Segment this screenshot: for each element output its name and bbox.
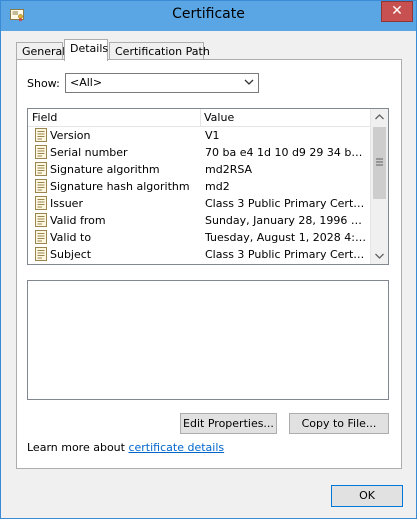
field-value: Tuesday, August 1, 2028 4:59... <box>205 231 367 244</box>
tab-details[interactable]: Details <box>64 39 108 61</box>
field-value: md2RSA <box>205 163 253 176</box>
certificate-field-icon <box>35 162 47 176</box>
certificate-field-icon <box>35 145 47 159</box>
tab-certification-path-label: Certification Path <box>115 45 210 58</box>
tab-certification-path[interactable]: Certification Path <box>109 42 210 60</box>
list-item-signature-hash-algorithm[interactable]: Signature hash algorithm md2 <box>28 178 371 195</box>
tab-general-label: General <box>22 45 66 58</box>
title-bar[interactable]: Certificate ✕ <box>1 1 416 31</box>
certificate-field-icon <box>35 247 47 261</box>
close-button[interactable]: ✕ <box>381 1 413 22</box>
show-dropdown-value: <All> <box>70 76 103 89</box>
vertical-scrollbar[interactable] <box>370 109 388 264</box>
learn-more-prefix: Learn more about <box>27 441 129 454</box>
list-item-valid-to[interactable]: Valid to Tuesday, August 1, 2028 4:59... <box>28 229 371 246</box>
chevron-down-icon <box>244 79 254 85</box>
field-name: Valid to <box>50 231 92 244</box>
list-item-valid-from[interactable]: Valid from Sunday, January 28, 1996 5:0.… <box>28 212 371 229</box>
field-name: Signature hash algorithm <box>50 180 190 193</box>
scroll-down-icon[interactable] <box>371 247 388 264</box>
field-name: Version <box>50 129 91 142</box>
header-field[interactable]: Field <box>32 111 57 124</box>
learn-more-text: Learn more about certificate details <box>27 441 224 454</box>
details-panel: Show: <All> Field Value Version V1 Seria… <box>16 59 402 469</box>
list-item-serial-number[interactable]: Serial number 70 ba e4 1d 10 d9 29 34 b6… <box>28 144 371 161</box>
field-value: V1 <box>205 129 220 142</box>
scroll-up-icon[interactable] <box>371 109 388 126</box>
ok-button[interactable]: OK <box>331 485 403 507</box>
field-name: Serial number <box>50 146 128 159</box>
certificate-field-icon <box>35 179 47 193</box>
field-value: 70 ba e4 1d 10 d9 29 34 b6 38 ... <box>205 146 367 159</box>
show-dropdown[interactable]: <All> <box>65 73 259 93</box>
list-item-signature-algorithm[interactable]: Signature algorithm md2RSA <box>28 161 371 178</box>
field-name: Valid from <box>50 214 106 227</box>
header-value[interactable]: Value <box>204 111 234 124</box>
list-item-subject[interactable]: Subject Class 3 Public Primary Certifica… <box>28 246 371 263</box>
copy-to-file-button[interactable]: Copy to File... <box>289 413 389 434</box>
field-value: Class 3 Public Primary Certifica... <box>205 197 367 210</box>
field-detail-textbox[interactable] <box>27 280 389 400</box>
field-list[interactable]: Field Value Version V1 Serial number 70 … <box>27 108 389 265</box>
field-value: md2 <box>205 180 230 193</box>
certificate-window: Certificate ✕ General Details Certificat… <box>0 0 417 519</box>
show-label: Show: <box>27 77 60 90</box>
grip-icon <box>376 158 383 166</box>
field-value: Class 3 Public Primary Certifica... <box>205 248 367 261</box>
window-title: Certificate <box>172 6 245 22</box>
certificate-field-icon <box>35 128 47 142</box>
list-item-issuer[interactable]: Issuer Class 3 Public Primary Certifica.… <box>28 195 371 212</box>
tab-details-label: Details <box>70 42 109 55</box>
list-header: Field Value <box>28 109 371 127</box>
field-value: Sunday, January 28, 1996 5:0... <box>205 214 367 227</box>
list-item-version[interactable]: Version V1 <box>28 127 371 144</box>
header-divider[interactable] <box>200 109 201 126</box>
close-icon: ✕ <box>391 3 403 19</box>
edit-properties-button[interactable]: Edit Properties... <box>180 413 277 434</box>
field-name: Issuer <box>50 197 83 210</box>
field-name: Signature algorithm <box>50 163 160 176</box>
certificate-field-icon <box>35 230 47 244</box>
field-name: Subject <box>50 248 92 261</box>
certificate-field-icon <box>35 196 47 210</box>
scrollbar-thumb[interactable] <box>373 127 386 199</box>
certificate-field-icon <box>35 213 47 227</box>
certificate-details-link[interactable]: certificate details <box>128 441 224 454</box>
tab-general[interactable]: General <box>16 42 66 60</box>
